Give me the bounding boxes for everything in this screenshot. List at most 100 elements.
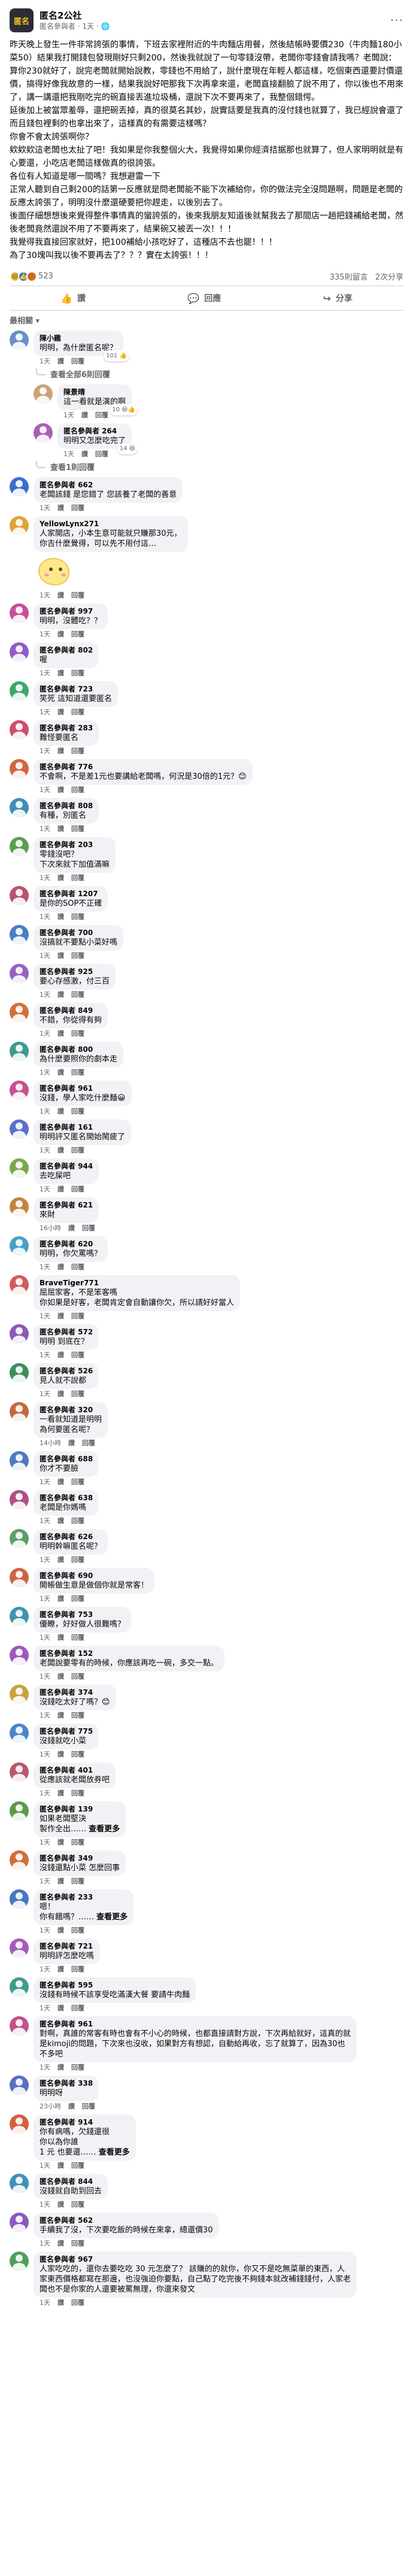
comment-like-button[interactable]: 讚 (68, 2102, 75, 2110)
comment-like-button[interactable]: 讚 (57, 1263, 64, 1271)
comment-like-button[interactable]: 讚 (57, 1069, 64, 1076)
comment-reply-button[interactable]: 回覆 (71, 747, 84, 755)
commenter-name[interactable]: 匿名參與者 961 (40, 2019, 351, 2029)
comment-time[interactable]: 1天 (63, 450, 74, 458)
commenter-name[interactable]: 匿名參與者 233 (40, 1892, 127, 1902)
comment-time[interactable]: 1天 (40, 747, 50, 755)
comment-time[interactable]: 1天 (40, 2162, 50, 2170)
comment-like-button[interactable]: 讚 (57, 504, 64, 512)
comment-time[interactable]: 1天 (40, 1069, 50, 1076)
comment-reaction-count[interactable]: 14 😆 (117, 443, 138, 454)
avatar[interactable] (10, 1236, 29, 1255)
commenter-name[interactable]: 匿名參與者 526 (40, 1366, 93, 1376)
comment-like-button[interactable]: 讚 (68, 1224, 75, 1232)
comment-reply-button[interactable]: 回覆 (71, 1069, 84, 1076)
see-more-link[interactable]: 查看更多 (89, 1825, 120, 1834)
commenter-name[interactable]: 匿名參與者 690 (40, 1571, 148, 1580)
comment-like-button[interactable]: 讚 (57, 2201, 64, 2208)
comment-time[interactable]: 16小時 (40, 1224, 61, 1232)
comment-like-button[interactable]: 讚 (57, 952, 64, 960)
comment-sort-dropdown[interactable]: 最相關 ▾ (0, 311, 413, 330)
avatar[interactable] (34, 384, 53, 403)
avatar[interactable] (10, 1685, 29, 1704)
avatar[interactable] (10, 1977, 29, 1997)
commenter-name[interactable]: 匿名參與者 338 (40, 2079, 93, 2088)
comment-like-button[interactable]: 讚 (57, 1185, 64, 1193)
comment-time[interactable]: 1天 (40, 591, 50, 599)
comment-like-button[interactable]: 讚 (57, 357, 64, 365)
avatar[interactable] (10, 1451, 29, 1470)
comment-like-button[interactable]: 讚 (57, 2299, 64, 2307)
avatar[interactable] (10, 720, 29, 739)
comment-reply-button[interactable]: 回覆 (71, 708, 84, 716)
comment-reply-button[interactable]: 回覆 (71, 1312, 84, 1320)
comment-reply-button[interactable]: 回覆 (71, 1108, 84, 1115)
comment-time[interactable]: 1天 (40, 913, 50, 921)
comment-time[interactable]: 1天 (40, 1390, 50, 1398)
avatar[interactable] (10, 1158, 29, 1178)
avatar[interactable] (10, 2174, 29, 2193)
comment-time[interactable]: 1天 (40, 669, 50, 677)
comment-like-button[interactable]: 讚 (57, 1595, 64, 1603)
comment-time[interactable]: 1天 (40, 1312, 50, 1320)
avatar[interactable] (10, 1197, 29, 1216)
comment-time[interactable]: 1天 (40, 1595, 50, 1603)
avatar[interactable] (10, 2076, 29, 2095)
avatar[interactable] (10, 1938, 29, 1958)
view-replies-link[interactable]: 查看1則回覆 (36, 460, 406, 472)
comment-like-button[interactable]: 讚 (57, 1030, 64, 1037)
commenter-name[interactable]: 匿名參與者 844 (40, 2177, 102, 2186)
comment-reply-button[interactable]: 回覆 (71, 1263, 84, 1271)
comment-reply-button[interactable]: 回覆 (82, 2102, 95, 2110)
avatar[interactable] (10, 330, 29, 350)
commenter-name[interactable]: 匿名參與者 700 (40, 928, 117, 937)
comment-time[interactable]: 1天 (40, 2064, 50, 2071)
comment-reply-button[interactable]: 回覆 (71, 1146, 84, 1154)
commenter-name[interactable]: 匿名參與者 152 (40, 1649, 218, 1658)
avatar[interactable] (10, 837, 29, 856)
reaction-count[interactable]: 523 (38, 272, 53, 281)
comment-reply-button[interactable]: 回覆 (71, 2299, 84, 2307)
comment-time[interactable]: 14小時 (40, 1439, 61, 1447)
avatar[interactable] (10, 1275, 29, 1294)
comment-like-button[interactable]: 讚 (57, 913, 64, 921)
comment-like-button[interactable]: 讚 (57, 747, 64, 755)
comment-time[interactable]: 1天 (40, 708, 50, 716)
comment-like-button[interactable]: 讚 (57, 2240, 64, 2247)
commenter-name[interactable]: 匿名參與者 967 (40, 2255, 351, 2264)
comment-time[interactable]: 1天 (40, 357, 50, 365)
comment-like-button[interactable]: 讚 (57, 1838, 64, 1846)
comment-like-button[interactable]: 讚 (57, 991, 64, 999)
comment-time[interactable]: 1天 (40, 1030, 50, 1037)
post-author[interactable]: 匿名參與者 (40, 22, 75, 31)
comment-like-button[interactable]: 讚 (57, 1478, 64, 1486)
comment-time[interactable]: 1天 (40, 1750, 50, 1758)
comment-reaction-count[interactable]: 10 😆👍 (110, 404, 138, 415)
comment-time[interactable]: 1天 (40, 1926, 50, 1934)
comment-reply-button[interactable]: 回覆 (71, 2162, 84, 2170)
avatar[interactable] (34, 423, 53, 442)
share-button[interactable]: ↪ 分享 (311, 289, 364, 308)
commenter-name[interactable]: 匿名參與者 374 (40, 1688, 110, 1697)
commenter-name[interactable]: 匿名參與者 320 (40, 1405, 102, 1415)
comment-like-button[interactable]: 讚 (57, 1926, 64, 1934)
commenter-name[interactable]: 匿名參與者 139 (40, 1804, 120, 1814)
comment-reply-button[interactable]: 回覆 (71, 1965, 84, 1973)
comment-time[interactable]: 1天 (40, 2299, 50, 2307)
avatar[interactable] (10, 1081, 29, 1100)
comment-time[interactable]: 1天 (40, 1185, 50, 1193)
comment-time[interactable]: 1天 (63, 411, 74, 419)
avatar[interactable] (10, 603, 29, 623)
comment-like-button[interactable]: 讚 (57, 825, 64, 833)
commenter-name[interactable]: 陳小雞 (40, 333, 117, 343)
comment-time[interactable]: 1天 (40, 952, 50, 960)
comment-like-button[interactable]: 讚 (57, 1312, 64, 1320)
comment-like-button[interactable]: 讚 (57, 1556, 64, 1564)
comment-reaction-count[interactable]: 101 👍 (104, 350, 130, 362)
comment-reply-button[interactable]: 回覆 (71, 1673, 84, 1680)
comment-reply-button[interactable]: 回覆 (82, 1224, 95, 1232)
avatar[interactable] (10, 1568, 29, 1587)
commenter-name[interactable]: 匿名參與者 621 (40, 1200, 93, 1210)
commenter-name[interactable]: 匿名參與者 349 (40, 1853, 120, 1863)
commenter-name[interactable]: 匿名參與者 264 (63, 426, 126, 436)
